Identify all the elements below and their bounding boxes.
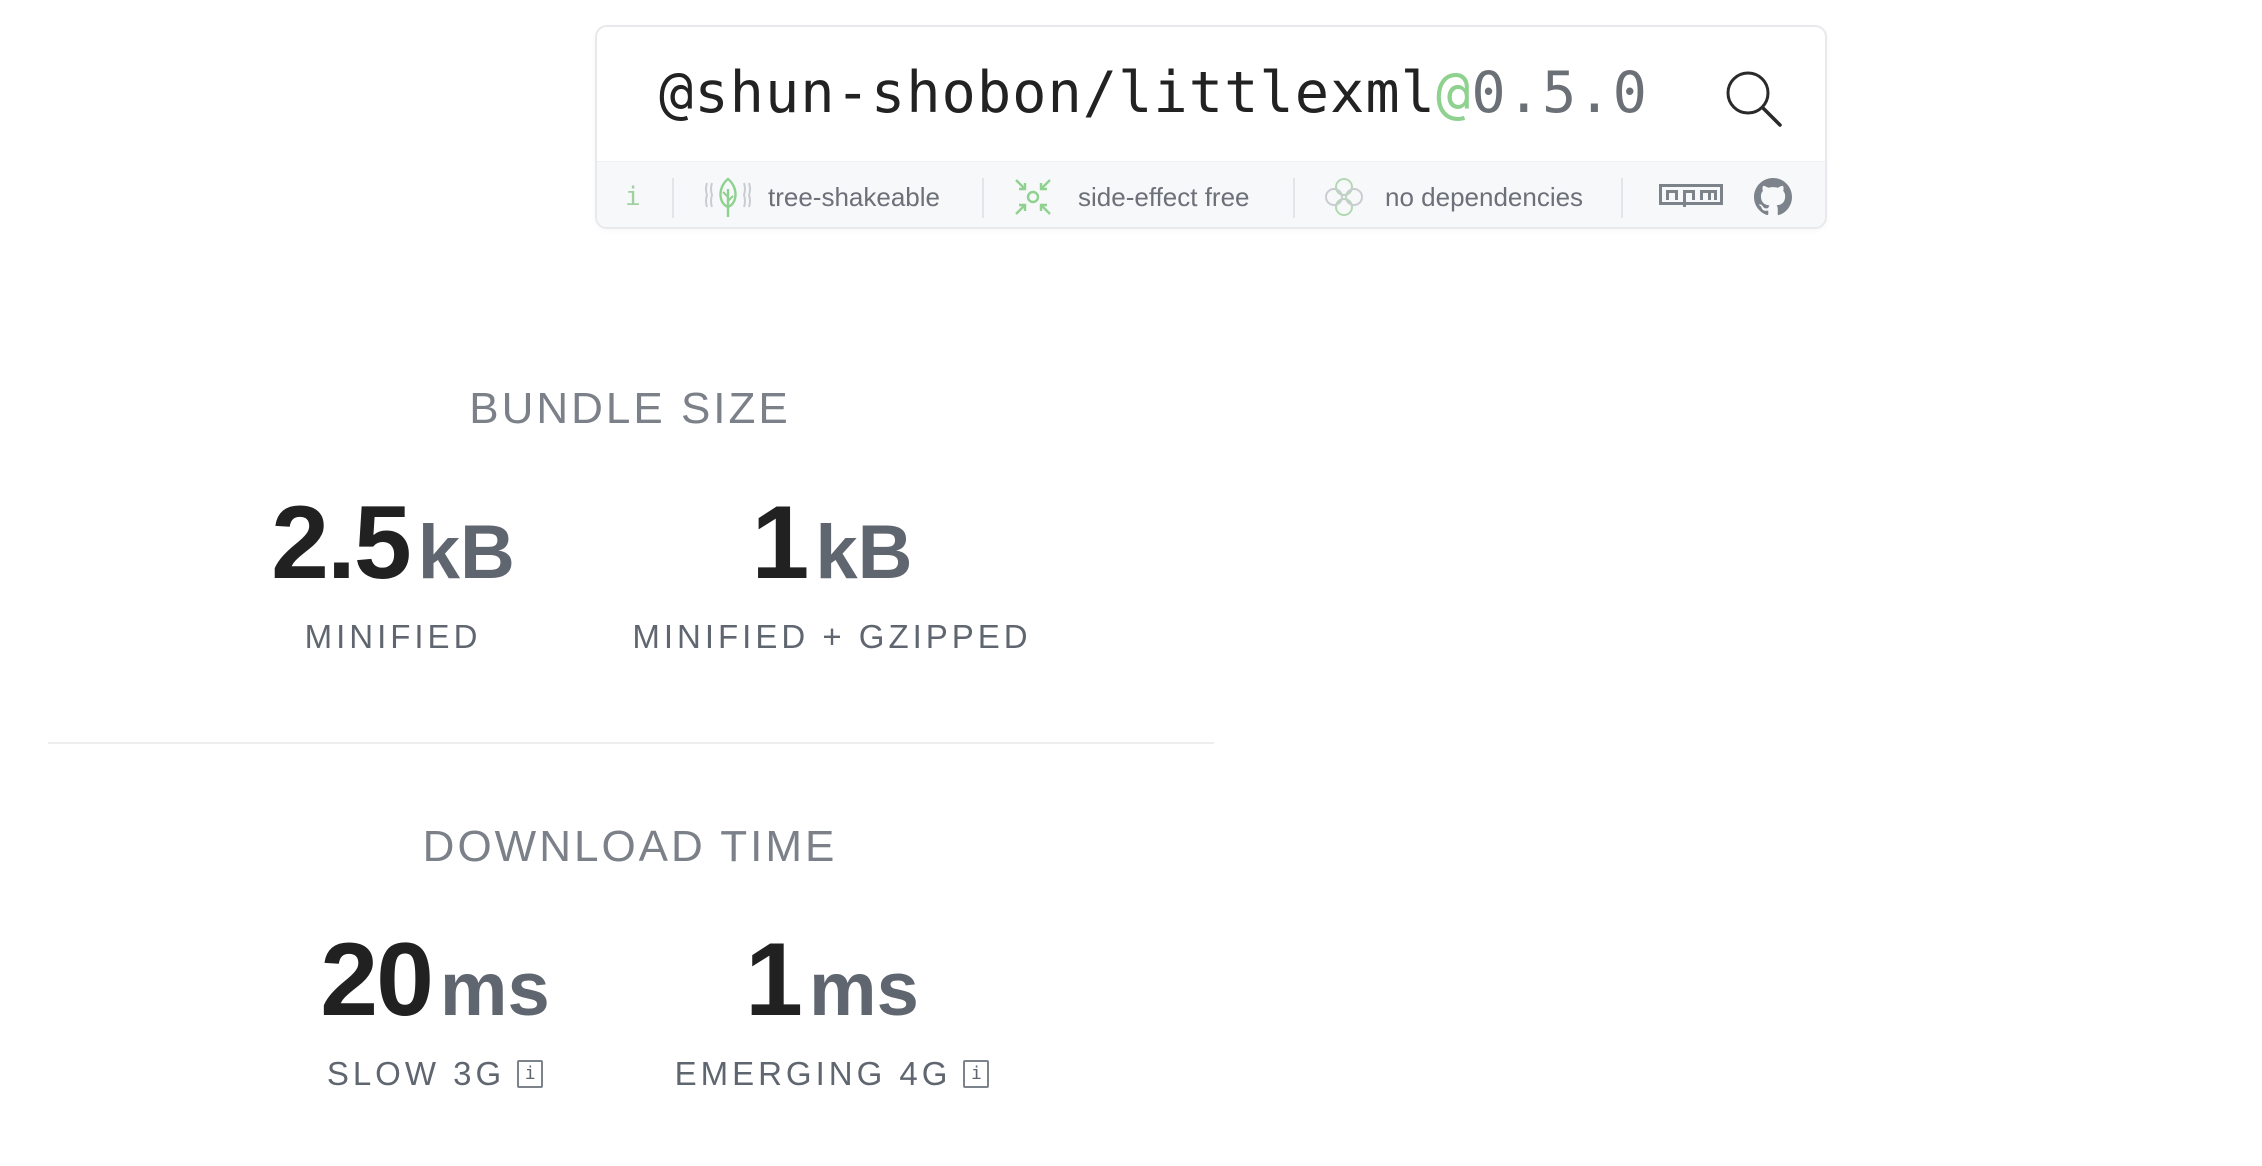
badge-divider (982, 178, 984, 218)
npm-link[interactable] (1659, 162, 1723, 227)
gzipped-label: MINIFIED + GZIPPED (632, 618, 1032, 655)
package-search-card: @shun-shobon/littlexml@0.5.0 i tree-shak… (595, 25, 1827, 229)
search-button[interactable] (1722, 67, 1786, 131)
magnifier-icon (1726, 71, 1782, 127)
badge-bar: i tree-shakeable side-effect free no dep… (597, 161, 1825, 227)
minified-value: 2.5 (271, 485, 412, 601)
gzipped-value: 1 (751, 485, 810, 601)
bundle-size-title: BUNDLE SIZE (469, 384, 791, 433)
search-row[interactable]: @shun-shobon/littlexml@0.5.0 (597, 27, 1825, 161)
badge-side-effect-free[interactable]: side-effect free (1012, 162, 1250, 227)
section-divider (48, 742, 1214, 744)
badge-tree-shakeable[interactable]: tree-shakeable (702, 162, 940, 227)
slow-3g-unit: ms (439, 947, 550, 1032)
slow-3g-value: 20 (320, 922, 434, 1038)
package-name: @shun-shobon/littlexml (659, 60, 1436, 126)
emerging-4g-info-icon[interactable]: i (963, 1060, 990, 1088)
info-toggle[interactable]: i (625, 162, 641, 227)
package-search-input[interactable]: @shun-shobon/littlexml@0.5.0 (659, 57, 1648, 129)
minified-unit: kB (417, 510, 515, 595)
package-version: 0.5.0 (1471, 60, 1648, 126)
minified-label: MINIFIED (304, 618, 482, 655)
npm-logo-icon (1659, 184, 1723, 207)
tree-shakeable-label: tree-shakeable (768, 181, 940, 212)
slow-3g-info-icon[interactable]: i (517, 1060, 544, 1088)
no-dependencies-label: no dependencies (1385, 181, 1584, 212)
version-separator: @ (1435, 60, 1472, 126)
page: @shun-shobon/littlexml@0.5.0 i tree-shak… (0, 0, 2262, 1166)
gzipped-unit: kB (815, 510, 913, 595)
nodes-icon (1325, 178, 1363, 216)
badge-divider (672, 178, 674, 218)
compress-arrows-icon (1015, 179, 1051, 215)
stat-minified: 2.5 kB MINIFIED (173, 488, 613, 656)
download-time-title: DOWNLOAD TIME (422, 822, 838, 871)
emerging-4g-unit: ms (809, 947, 919, 1032)
badge-divider (1621, 178, 1623, 218)
slow-3g-label: SLOW 3G (326, 1055, 506, 1092)
side-effect-free-label: side-effect free (1078, 181, 1250, 212)
emerging-4g-label: EMERGING 4G (674, 1055, 952, 1092)
stat-gzipped: 1 kB MINIFIED + GZIPPED (612, 488, 1052, 656)
stat-slow-3g: 20 ms SLOW 3G i (215, 925, 655, 1093)
github-link[interactable] (1754, 162, 1792, 227)
badge-no-dependencies[interactable]: no dependencies (1323, 162, 1584, 227)
tree-icon (705, 177, 751, 217)
github-logo-icon (1754, 178, 1792, 216)
badge-divider (1293, 178, 1295, 218)
stat-emerging-4g: 1 ms EMERGING 4G i (612, 925, 1052, 1093)
emerging-4g-value: 1 (745, 922, 803, 1038)
